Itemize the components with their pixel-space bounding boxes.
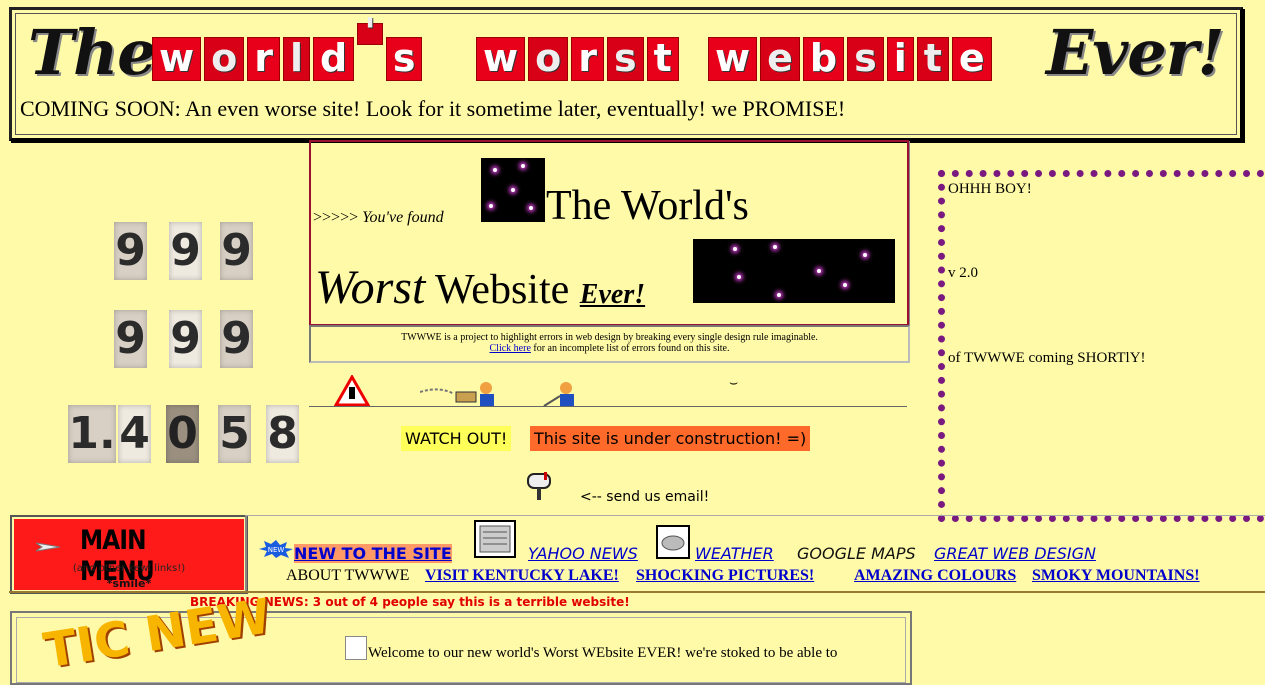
nav-kentucky-lake[interactable]: VISIT KENTUCKY LAKE!	[425, 567, 619, 585]
counter-digit: 9	[169, 222, 202, 280]
ransom-letter: w	[476, 37, 526, 81]
divider-line	[309, 406, 907, 407]
right-box-line3: of TWWWE coming SHORTlY!	[948, 350, 1146, 366]
main-menu-smile: *smile*	[106, 577, 152, 590]
counter-digit: 9	[169, 310, 202, 368]
nav-smoky-mountains[interactable]: SMOKY MOUNTAINS!	[1032, 567, 1200, 585]
info-text: TWWWE is a project to highlight errors i…	[401, 332, 818, 343]
nav-new-to-site[interactable]: NEW TO THE SITE	[294, 544, 452, 563]
ransom-letter: l	[282, 37, 310, 81]
under-construction-label: This site is under construction! =)	[530, 426, 811, 451]
main-menu-panel: MAIN MENU (and other kewl links!) *smile…	[14, 519, 244, 590]
counter-digit: 0	[166, 405, 199, 463]
new-badge-icon: NEW	[259, 540, 293, 558]
right-box-line2: v 2.0	[948, 265, 978, 281]
title-website: w e b s i t e	[708, 37, 992, 81]
nav-google-maps[interactable]: GOOGLE MAPS	[797, 544, 916, 563]
small-bird-icon: ⌣	[729, 375, 739, 391]
mailbox-icon[interactable]	[524, 470, 556, 502]
website-word: Website	[425, 267, 580, 313]
newspaper-icon	[474, 520, 516, 558]
new-badge-text: NEW	[268, 546, 285, 554]
ransom-letter: t	[646, 37, 679, 81]
ransom-letter: o	[204, 37, 245, 81]
sparkle-banner-image	[693, 239, 895, 303]
weather-icon	[656, 525, 690, 559]
menu-bottom-separator	[9, 591, 1265, 593]
broken-image-icon	[345, 636, 367, 660]
nav-weather[interactable]: WEATHER	[695, 544, 774, 563]
road-work-sign-icon	[334, 375, 370, 407]
info-box: TWWWE is a project to highlight errors i…	[309, 325, 910, 363]
coming-soon-banner: COMING SOON: An even worse site! Look fo…	[20, 96, 846, 121]
nav-shocking-pictures[interactable]: SHOCKING PICTURES!	[636, 567, 814, 585]
intro-title-line1: The World's	[546, 183, 749, 229]
ransom-letter: e	[760, 37, 800, 81]
ransom-letter: w	[152, 37, 202, 81]
title-worlds: w o r l d ' s	[152, 13, 423, 81]
ever-word: Ever!	[579, 279, 646, 310]
watch-out-label: WATCH OUT!	[401, 426, 512, 451]
ransom-letter: o	[528, 37, 569, 81]
found-label: You've found	[362, 209, 444, 226]
ransom-letter: d	[313, 37, 355, 81]
counter-digit: 9	[220, 310, 253, 368]
send-email-label: <-- send us email!	[580, 489, 710, 505]
ransom-letter: b	[802, 37, 845, 81]
ransom-letter: i	[886, 37, 914, 81]
info-text2: for an incomplete list of errors found o…	[530, 343, 730, 354]
title-worst: w o r s t	[476, 37, 679, 81]
ransom-letter: s	[606, 37, 644, 81]
ransom-letter: r	[247, 37, 280, 81]
dotted-news-box	[938, 170, 1265, 522]
main-menu-box: MAIN MENU (and other kewl links!) *smile…	[10, 515, 248, 594]
found-text: >>>>> You've found	[313, 209, 444, 227]
counter-digit: 4	[118, 405, 151, 463]
main-menu-subtitle: (and other kewl links!)	[72, 563, 186, 574]
counter-digit: 8	[266, 405, 299, 463]
ransom-letter: r	[571, 37, 604, 81]
nav-amazing-colours[interactable]: AMAZING COLOURS	[854, 567, 1016, 585]
right-box-line1: OHHH BOY!	[948, 181, 1032, 197]
ransom-letter: e	[951, 37, 992, 81]
nav-great-web-design[interactable]: GREAT WEB DESIGN	[934, 544, 1096, 563]
ransom-letter: s	[847, 37, 884, 81]
click-here-link[interactable]: Click here	[490, 343, 531, 354]
title-the: The	[28, 16, 157, 89]
ransom-letter: w	[708, 37, 758, 81]
arrows-text: >>>>>	[313, 209, 363, 226]
welcome-text: Welcome to our new world's Worst WEbsite…	[368, 645, 838, 661]
worst-word: Worst	[315, 261, 426, 314]
ransom-letter: '	[357, 13, 383, 51]
counter-digit: 9	[220, 222, 253, 280]
intro-box: >>>>> You've found The World's Worst Web…	[309, 140, 909, 326]
counter-digit: 9	[114, 310, 147, 368]
ransom-letter: t	[916, 37, 949, 81]
nav-yahoo-news[interactable]: YAHOO NEWS	[528, 544, 638, 563]
counter-digit: 5	[218, 405, 251, 463]
construction-worker-icon	[420, 382, 494, 406]
intro-title-line2: Worst Website Ever!	[315, 260, 645, 315]
nav-about[interactable]: ABOUT TWWWE	[286, 567, 409, 585]
ransom-letter: s	[385, 37, 423, 81]
info-line2: Click here for an incomplete list of err…	[490, 343, 730, 354]
arrow-right-icon	[36, 542, 60, 552]
title-ever: Ever!	[1046, 16, 1225, 89]
counter-digit: 1.	[68, 405, 116, 463]
counter-digit: 9	[114, 222, 147, 280]
construction-worker-digging-icon	[543, 382, 574, 407]
sparkle-image	[481, 158, 545, 222]
